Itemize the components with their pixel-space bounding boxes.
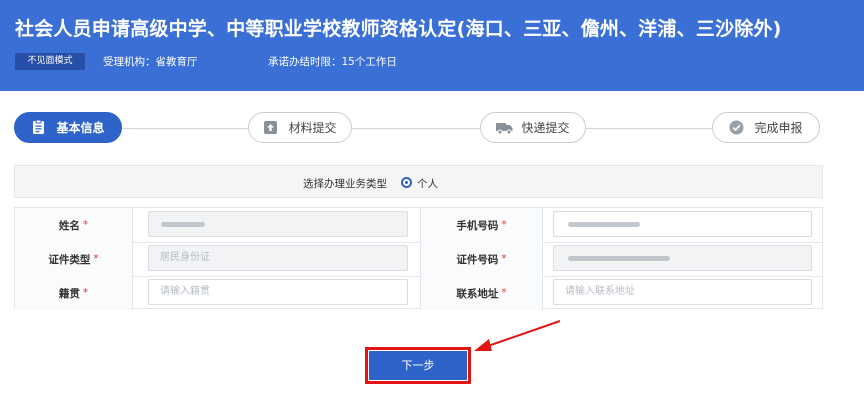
next-step-button[interactable]: 下一步 xyxy=(369,351,467,380)
